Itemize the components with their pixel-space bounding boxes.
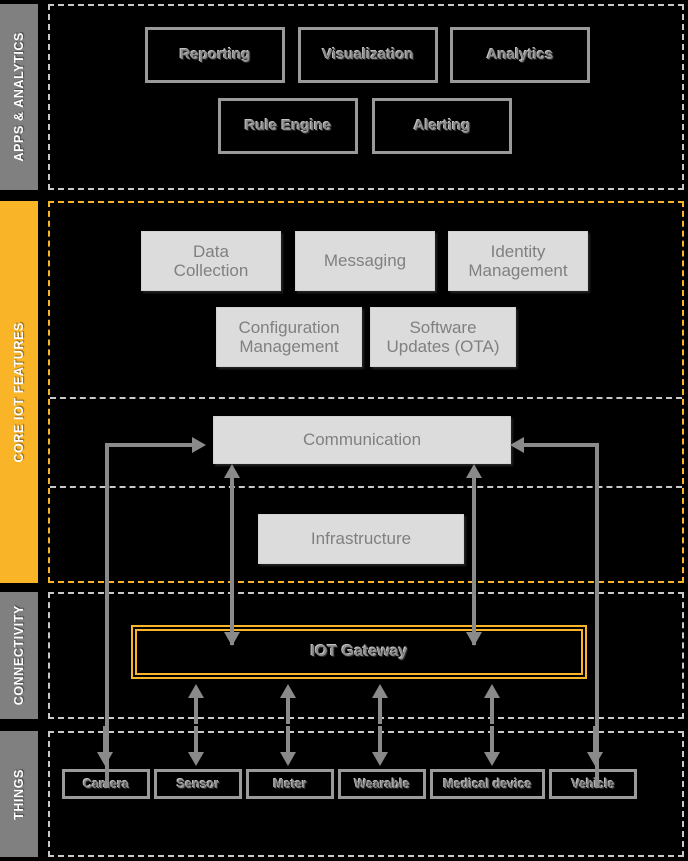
node-label-line1: Configuration [238,317,340,337]
node-visualization[interactable]: Visualization [298,27,438,83]
node-wearable[interactable]: Wearable [338,769,426,799]
node-label-line1: Data [193,241,229,261]
node-label: Medical device [443,777,532,791]
connector-gateway-up-1 [194,694,198,724]
node-rule-engine[interactable]: Rule Engine [218,98,358,154]
core-divider-upper [50,397,682,399]
layer-connectivity: CONNECTIVITY IOT Gateway [0,592,684,719]
node-label: Visualization [322,45,414,63]
arrowhead-gateway-up-3 [372,684,388,698]
arrowhead-trunk-left-down [224,632,240,646]
arrowhead-trunk-right-up [466,464,482,478]
arrowhead-thing-medical [484,752,500,766]
layer-label-things: THINGS [0,731,38,857]
node-label: Sensor [176,777,220,791]
layer-apps-analytics: APPS & ANALYTICS Reporting Visualization… [0,4,684,190]
node-software-updates[interactable]: Software Updates (OTA) [370,307,516,367]
node-label: Messaging [323,251,407,271]
arrowhead-trunk-right-down [466,632,482,646]
layer-label-text: CONNECTIVITY [12,605,26,706]
connector-gateway-up-4 [490,694,494,724]
node-label-line1: Identity [490,241,546,261]
layer-core-iot-features: CORE IOT FEATURES Data Collection Messag… [0,201,684,583]
node-infrastructure[interactable]: Infrastructure [258,514,464,564]
layer-label-connectivity: CONNECTIVITY [0,592,38,719]
arrowhead-thing-sensor [188,752,204,766]
connector-left-horizontal [105,443,197,447]
node-iot-gateway[interactable]: IOT Gateway [131,625,587,679]
connector-gateway-up-2 [286,694,290,724]
node-medical-device[interactable]: Medical device [430,769,545,799]
iot-architecture-diagram: APPS & ANALYTICS Reporting Visualization… [0,0,688,861]
node-analytics[interactable]: Analytics [450,27,590,83]
node-label: Meter [273,777,307,791]
node-label: Rule Engine [244,116,332,134]
layer-label-text: CORE IOT FEATURES [12,321,26,463]
layer-body-connectivity: IOT Gateway [48,592,684,719]
arrowhead-gateway-up-4 [484,684,500,698]
layer-label-text: APPS & ANALYTICS [12,32,26,162]
node-identity-management[interactable]: Identity Management [448,231,588,291]
arrowhead-thing-wearable [372,752,388,766]
node-communication[interactable]: Communication [213,416,511,464]
node-label: IOT Gateway [310,643,408,661]
node-label-line1: Software [409,317,477,337]
arrowhead-thing-vehicle [587,752,603,766]
core-divider-lower [50,486,682,488]
node-vehicle[interactable]: Vehicle [549,769,637,799]
arrowhead-left-to-communication [192,437,206,453]
layer-label-text: THINGS [12,768,26,820]
node-configuration-management[interactable]: Configuration Management [216,307,362,367]
arrowhead-gateway-up-1 [188,684,204,698]
connector-right-horizontal [521,443,599,447]
layer-body-core-iot-features: Data Collection Messaging Identity Manag… [48,201,684,583]
node-label: Analytics [486,45,554,63]
arrowhead-right-to-communication [510,437,524,453]
node-data-collection[interactable]: Data Collection [141,231,281,291]
arrowhead-trunk-left-up [224,464,240,478]
node-label: Wearable [354,777,410,791]
connector-gateway-up-3 [378,694,382,724]
node-meter[interactable]: Meter [246,769,334,799]
arrowhead-thing-meter [280,752,296,766]
layer-label-apps-analytics: APPS & ANALYTICS [0,4,38,190]
connector-trunk-left [230,470,234,645]
node-messaging[interactable]: Messaging [295,231,435,291]
arrowhead-thing-camera [97,752,113,766]
layer-body-things: Camera Sensor Meter Wearable Medical dev… [48,731,684,857]
node-sensor[interactable]: Sensor [154,769,242,799]
connector-trunk-right [472,470,476,645]
node-label: Communication [302,430,422,450]
node-label-line2: Updates (OTA) [386,337,500,356]
node-label-line2: Collection [173,261,249,280]
node-label-line2: Management [468,261,568,280]
node-label: Reporting [179,45,251,63]
node-label: Vehicle [571,777,615,791]
node-label-line2: Management [239,337,339,356]
layer-label-core-iot-features: CORE IOT FEATURES [0,201,38,583]
node-label: Alerting [413,116,471,134]
arrowhead-gateway-up-2 [280,684,296,698]
node-reporting[interactable]: Reporting [145,27,285,83]
node-label: Infrastructure [310,529,412,549]
layer-body-apps-analytics: Reporting Visualization Analytics Rule E… [48,4,684,190]
node-alerting[interactable]: Alerting [372,98,512,154]
